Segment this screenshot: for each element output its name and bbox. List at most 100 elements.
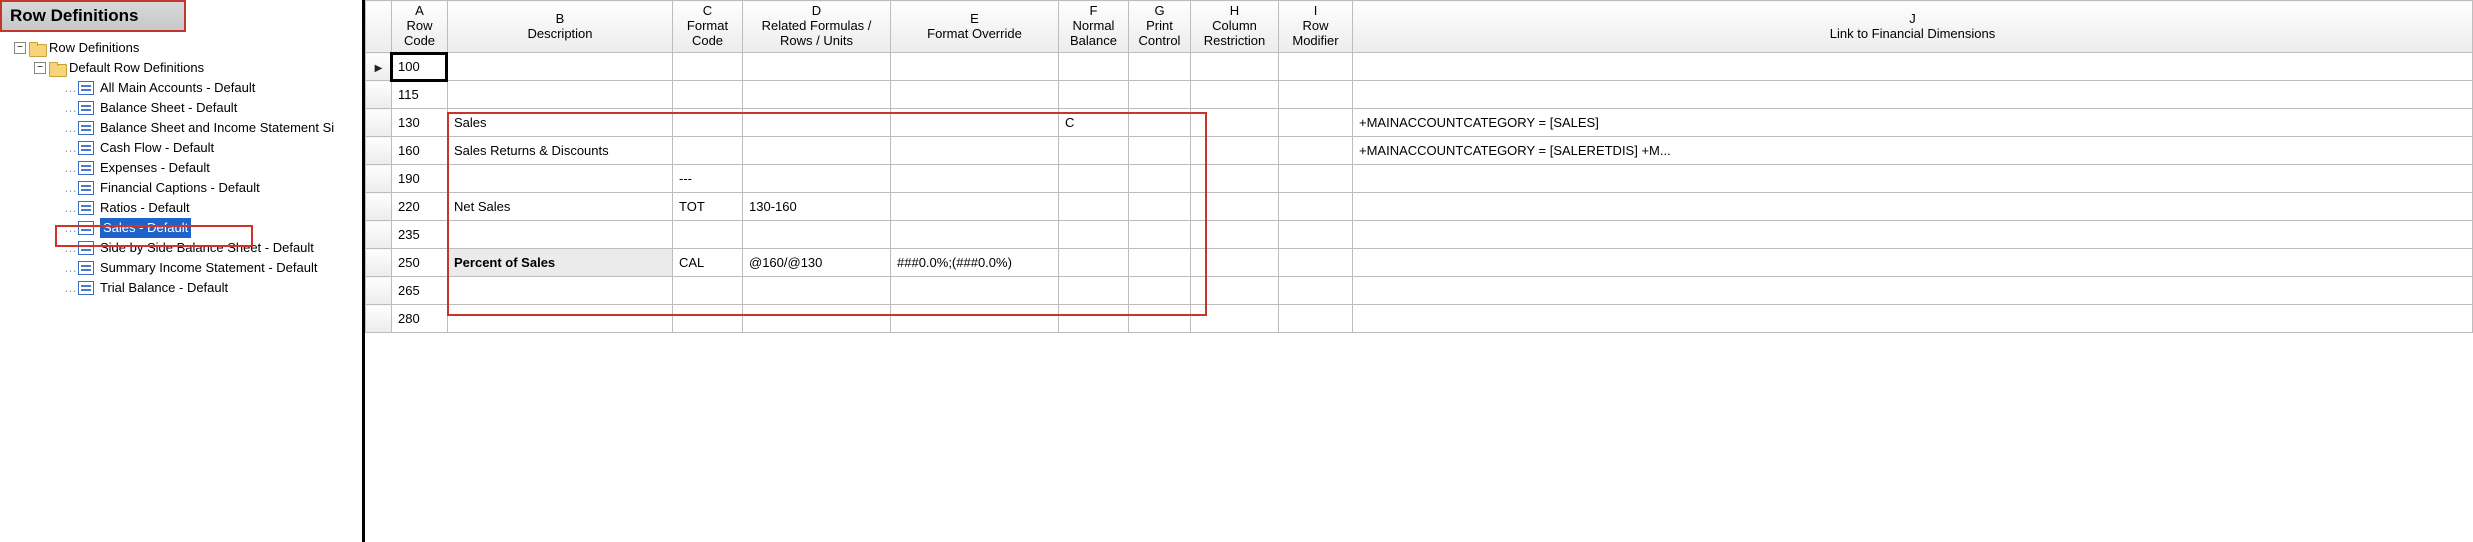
cell-F[interactable] bbox=[1059, 221, 1129, 249]
row-selector[interactable] bbox=[366, 81, 392, 109]
cell-A[interactable]: 130 bbox=[392, 109, 448, 137]
tree-item[interactable]: …Financial Captions - Default bbox=[4, 178, 358, 198]
cell-D[interactable] bbox=[743, 165, 891, 193]
cell-F[interactable] bbox=[1059, 249, 1129, 277]
cell-A[interactable]: 235 bbox=[392, 221, 448, 249]
cell-C[interactable] bbox=[673, 277, 743, 305]
cell-F[interactable] bbox=[1059, 53, 1129, 81]
cell-F[interactable] bbox=[1059, 193, 1129, 221]
cell-I[interactable] bbox=[1279, 221, 1353, 249]
row-selector[interactable] bbox=[366, 249, 392, 277]
table-row[interactable]: 265 bbox=[366, 277, 2473, 305]
cell-G[interactable] bbox=[1129, 165, 1191, 193]
cell-F[interactable] bbox=[1059, 81, 1129, 109]
table-row[interactable]: 130SalesC+MAINACCOUNTCATEGORY = [SALES] bbox=[366, 109, 2473, 137]
row-selector[interactable] bbox=[366, 53, 392, 81]
table-row[interactable]: 280 bbox=[366, 305, 2473, 333]
minus-icon[interactable]: − bbox=[34, 62, 46, 74]
cell-G[interactable] bbox=[1129, 109, 1191, 137]
table-row[interactable]: 100 bbox=[366, 53, 2473, 81]
cell-A[interactable]: 190 bbox=[392, 165, 448, 193]
cell-D[interactable] bbox=[743, 305, 891, 333]
cell-J[interactable] bbox=[1353, 305, 2473, 333]
cell-E[interactable] bbox=[891, 305, 1059, 333]
column-header-J[interactable]: JLink to Financial Dimensions bbox=[1353, 1, 2473, 53]
cell-E[interactable] bbox=[891, 53, 1059, 81]
cell-E[interactable] bbox=[891, 109, 1059, 137]
tree-item[interactable]: …Summary Income Statement - Default bbox=[4, 258, 358, 278]
cell-G[interactable] bbox=[1129, 249, 1191, 277]
row-selector[interactable] bbox=[366, 221, 392, 249]
cell-I[interactable] bbox=[1279, 165, 1353, 193]
cell-I[interactable] bbox=[1279, 137, 1353, 165]
cell-F[interactable] bbox=[1059, 137, 1129, 165]
cell-G[interactable] bbox=[1129, 277, 1191, 305]
cell-H[interactable] bbox=[1191, 165, 1279, 193]
column-header-E[interactable]: EFormat Override bbox=[891, 1, 1059, 53]
cell-B[interactable] bbox=[448, 165, 673, 193]
table-row[interactable]: 160Sales Returns & Discounts+MAINACCOUNT… bbox=[366, 137, 2473, 165]
cell-J[interactable]: +MAINACCOUNTCATEGORY = [SALES] bbox=[1353, 109, 2473, 137]
cell-J[interactable] bbox=[1353, 221, 2473, 249]
minus-icon[interactable]: − bbox=[14, 42, 26, 54]
cell-A[interactable]: 100 bbox=[392, 53, 448, 81]
table-row[interactable]: 235 bbox=[366, 221, 2473, 249]
cell-E[interactable] bbox=[891, 165, 1059, 193]
cell-I[interactable] bbox=[1279, 53, 1353, 81]
cell-A[interactable]: 115 bbox=[392, 81, 448, 109]
cell-A[interactable]: 250 bbox=[392, 249, 448, 277]
cell-B[interactable] bbox=[448, 221, 673, 249]
cell-G[interactable] bbox=[1129, 137, 1191, 165]
cell-F[interactable]: C bbox=[1059, 109, 1129, 137]
cell-D[interactable] bbox=[743, 221, 891, 249]
cell-B[interactable] bbox=[448, 277, 673, 305]
cell-H[interactable] bbox=[1191, 81, 1279, 109]
cell-H[interactable] bbox=[1191, 277, 1279, 305]
column-header-C[interactable]: CFormatCode bbox=[673, 1, 743, 53]
table-row[interactable]: 250Percent of SalesCAL@160/@130###0.0%;(… bbox=[366, 249, 2473, 277]
cell-A[interactable]: 280 bbox=[392, 305, 448, 333]
cell-H[interactable] bbox=[1191, 249, 1279, 277]
column-header-B[interactable]: BDescription bbox=[448, 1, 673, 53]
tree-item[interactable]: …Side by Side Balance Sheet - Default bbox=[4, 238, 358, 258]
cell-I[interactable] bbox=[1279, 249, 1353, 277]
cell-F[interactable] bbox=[1059, 277, 1129, 305]
cell-H[interactable] bbox=[1191, 305, 1279, 333]
row-selector[interactable] bbox=[366, 277, 392, 305]
cell-F[interactable] bbox=[1059, 165, 1129, 193]
cell-I[interactable] bbox=[1279, 277, 1353, 305]
cell-J[interactable]: +MAINACCOUNTCATEGORY = [SALERETDIS] +M..… bbox=[1353, 137, 2473, 165]
cell-H[interactable] bbox=[1191, 109, 1279, 137]
tree-item[interactable]: …Expenses - Default bbox=[4, 158, 358, 178]
table-row[interactable]: 115 bbox=[366, 81, 2473, 109]
tree-item[interactable]: …Trial Balance - Default bbox=[4, 278, 358, 298]
cell-C[interactable]: CAL bbox=[673, 249, 743, 277]
cell-E[interactable] bbox=[891, 137, 1059, 165]
cell-B[interactable]: Net Sales bbox=[448, 193, 673, 221]
cell-G[interactable] bbox=[1129, 221, 1191, 249]
cell-G[interactable] bbox=[1129, 53, 1191, 81]
cell-C[interactable] bbox=[673, 53, 743, 81]
cell-C[interactable]: TOT bbox=[673, 193, 743, 221]
cell-I[interactable] bbox=[1279, 305, 1353, 333]
tree-group[interactable]: − Default Row Definitions bbox=[4, 58, 358, 78]
cell-C[interactable] bbox=[673, 109, 743, 137]
cell-J[interactable] bbox=[1353, 277, 2473, 305]
cell-H[interactable] bbox=[1191, 221, 1279, 249]
tree-item[interactable]: …Balance Sheet and Income Statement Si bbox=[4, 118, 358, 138]
cell-C[interactable] bbox=[673, 221, 743, 249]
tree-item[interactable]: …All Main Accounts - Default bbox=[4, 78, 358, 98]
cell-B[interactable] bbox=[448, 305, 673, 333]
column-header-A[interactable]: ARowCode bbox=[392, 1, 448, 53]
cell-E[interactable] bbox=[891, 277, 1059, 305]
cell-D[interactable] bbox=[743, 109, 891, 137]
cell-C[interactable] bbox=[673, 137, 743, 165]
column-header-I[interactable]: IRowModifier bbox=[1279, 1, 1353, 53]
column-header-H[interactable]: HColumnRestriction bbox=[1191, 1, 1279, 53]
cell-B[interactable]: Percent of Sales bbox=[448, 249, 673, 277]
row-selector[interactable] bbox=[366, 109, 392, 137]
tree-root[interactable]: − Row Definitions bbox=[4, 38, 358, 58]
table-row[interactable]: 190--- bbox=[366, 165, 2473, 193]
cell-D[interactable] bbox=[743, 53, 891, 81]
cell-C[interactable] bbox=[673, 305, 743, 333]
